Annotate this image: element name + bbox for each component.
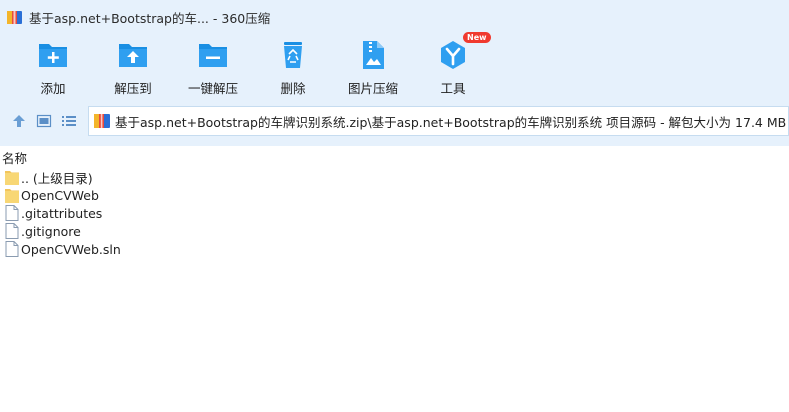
list-header: 名称 bbox=[0, 146, 789, 167]
file-icon bbox=[5, 241, 19, 257]
add-folder-icon bbox=[39, 44, 67, 67]
archive-app-icon bbox=[7, 10, 22, 24]
file-list: .. (上级目录) OpenCVWeb .gitattributes .giti… bbox=[0, 168, 789, 258]
list-view-icon[interactable] bbox=[61, 113, 77, 129]
up-arrow-icon[interactable] bbox=[11, 113, 27, 129]
delete-button[interactable]: 删除 bbox=[253, 36, 333, 98]
list-item-label: .. (上级目录) bbox=[21, 170, 93, 186]
file-icon bbox=[5, 223, 19, 239]
image-compress-icon bbox=[363, 41, 384, 69]
list-item-opencvweb-folder[interactable]: OpenCVWeb bbox=[0, 186, 789, 204]
folder-icon bbox=[5, 189, 19, 203]
list-item-label: OpenCVWeb.sln bbox=[21, 241, 121, 257]
image-compress-label: 图片压缩 bbox=[347, 81, 398, 96]
list-item-gitignore[interactable]: .gitignore bbox=[0, 222, 789, 240]
thumbnail-view-icon[interactable] bbox=[36, 113, 52, 129]
extract-to-label: 解压到 bbox=[114, 81, 152, 96]
extract-to-button[interactable]: 解压到 bbox=[93, 36, 173, 98]
one-click-extract-button[interactable]: 一键解压 bbox=[173, 36, 253, 98]
extract-to-icon bbox=[119, 44, 147, 67]
new-badge: New bbox=[463, 32, 491, 43]
add-button[interactable]: 添加 bbox=[13, 36, 93, 98]
folder-icon bbox=[5, 171, 19, 185]
recycle-bin-icon bbox=[284, 42, 302, 68]
toolbar: 添加 解压到 一键解压 删除 图片压缩 New 工具 bbox=[0, 32, 493, 98]
list-item-label: OpenCVWeb bbox=[21, 187, 99, 203]
one-click-extract-label: 一键解压 bbox=[187, 81, 238, 96]
list-item-label: .gitattributes bbox=[21, 205, 103, 221]
file-icon bbox=[5, 205, 19, 221]
zip-archive-icon bbox=[94, 114, 110, 128]
list-item-opencvweb-sln[interactable]: OpenCVWeb.sln bbox=[0, 240, 789, 258]
tools-label: 工具 bbox=[440, 81, 466, 96]
one-click-extract-icon bbox=[199, 44, 227, 67]
column-header-name[interactable]: 名称 bbox=[2, 148, 27, 167]
path-bar: 基于asp.net+Bootstrap的车牌识别系统.zip\基于asp.net… bbox=[0, 106, 789, 136]
window-title: 基于asp.net+Bootstrap的车... - 360压缩 bbox=[29, 10, 271, 26]
tools-button[interactable]: New 工具 bbox=[413, 32, 493, 98]
image-compress-button[interactable]: 图片压缩 bbox=[333, 36, 413, 98]
tools-icon bbox=[441, 41, 465, 69]
list-item-gitattributes[interactable]: .gitattributes bbox=[0, 204, 789, 222]
path-input[interactable]: 基于asp.net+Bootstrap的车牌识别系统.zip\基于asp.net… bbox=[88, 106, 789, 136]
delete-label: 删除 bbox=[280, 81, 306, 96]
app-window: 基于asp.net+Bootstrap的车... - 360压缩 添加 解压到 bbox=[0, 0, 789, 412]
add-label: 添加 bbox=[40, 81, 66, 96]
archive-path-text: 基于asp.net+Bootstrap的车牌识别系统.zip\基于asp.net… bbox=[115, 114, 787, 130]
title-bar: 基于asp.net+Bootstrap的车... - 360压缩 bbox=[0, 0, 789, 34]
list-item-label: .gitignore bbox=[21, 223, 81, 239]
list-item-parent-directory[interactable]: .. (上级目录) bbox=[0, 168, 789, 186]
